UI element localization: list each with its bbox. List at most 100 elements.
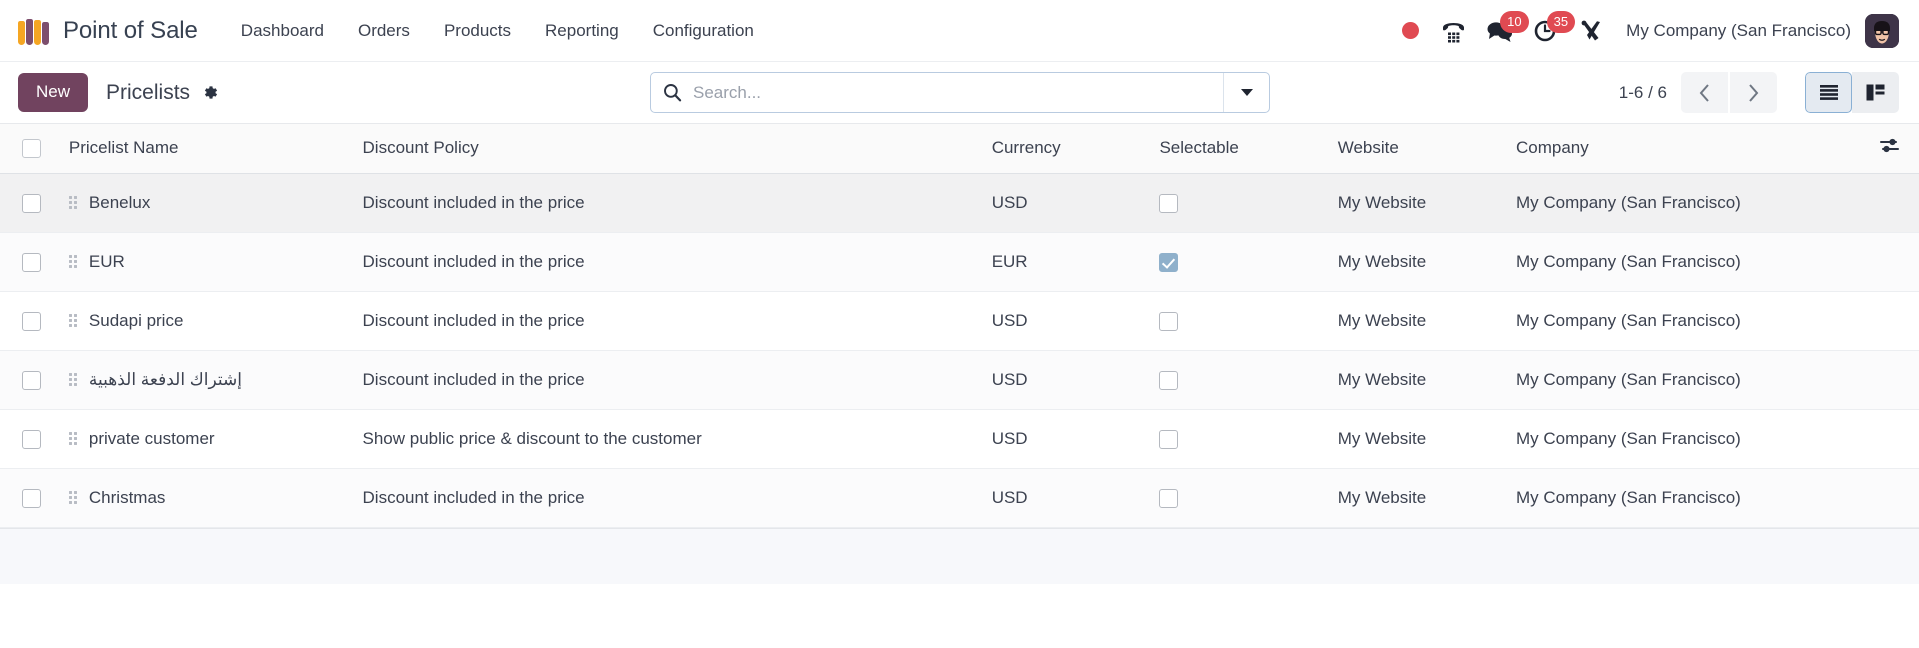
user-avatar[interactable] — [1865, 13, 1899, 48]
cell-currency[interactable]: USD — [985, 291, 1154, 351]
menu-item-orders[interactable]: Orders — [341, 13, 427, 49]
row-checkbox[interactable] — [22, 488, 41, 508]
pager-next-button[interactable] — [1730, 72, 1777, 113]
cell-currency[interactable]: EUR — [985, 232, 1154, 292]
table-row[interactable]: إشتراك الدفعة الذهبية Discount included i… — [0, 350, 1919, 410]
table-row[interactable]: Benelux Discount included in the price USD… — [0, 173, 1919, 233]
menu-item-configuration[interactable]: Configuration — [636, 13, 771, 49]
cell-website[interactable]: My Website — [1331, 173, 1510, 233]
cell-discount-policy[interactable]: Show public price & discount to the cust… — [356, 409, 986, 469]
cell-website[interactable]: My Website — [1331, 409, 1510, 469]
cell-company[interactable]: My Company (San Francisco) — [1510, 350, 1857, 410]
cell-discount-policy[interactable]: Discount included in the price — [356, 232, 986, 292]
search-input[interactable] — [693, 73, 1223, 112]
new-record-button[interactable]: New — [18, 73, 89, 112]
pos-logo-icon — [18, 16, 50, 45]
table-row[interactable]: Christmas Discount included in the price U… — [0, 468, 1919, 528]
selectable-checkbox[interactable] — [1159, 311, 1179, 331]
cell-selectable[interactable] — [1153, 468, 1332, 528]
cell-pricelist-name[interactable]: Benelux — [62, 173, 357, 233]
row-checkbox[interactable] — [22, 311, 41, 331]
company-switcher[interactable]: My Company (San Francisco) — [1614, 21, 1865, 41]
cell-pricelist-name[interactable]: إشتراك الدفعة الذهبية — [62, 350, 357, 410]
cell-company[interactable]: My Company (San Francisco) — [1510, 468, 1857, 528]
cell-selectable[interactable] — [1153, 409, 1332, 469]
cell-selectable[interactable] — [1153, 232, 1332, 292]
messages-button[interactable]: 10 — [1476, 9, 1529, 53]
select-all-checkbox[interactable] — [22, 139, 41, 159]
selectable-checkbox[interactable] — [1159, 429, 1179, 449]
brand-home-link[interactable]: Point of Sale — [18, 16, 198, 45]
row-checkbox[interactable] — [22, 429, 41, 449]
selectable-checkbox[interactable] — [1159, 193, 1179, 213]
row-select-cell[interactable] — [0, 468, 63, 528]
drag-handle-icon[interactable] — [68, 432, 77, 445]
voip-button[interactable] — [1431, 9, 1476, 53]
cell-company[interactable]: My Company (San Francisco) — [1510, 232, 1857, 292]
row-select-cell[interactable] — [0, 173, 63, 233]
cell-discount-policy[interactable]: Discount included in the price — [356, 350, 986, 410]
drag-handle-icon[interactable] — [68, 196, 77, 209]
cell-company[interactable]: My Company (San Francisco) — [1510, 291, 1857, 351]
row-checkbox[interactable] — [22, 370, 41, 390]
header-selectable[interactable]: Selectable — [1153, 124, 1332, 174]
row-checkbox[interactable] — [22, 193, 41, 213]
cell-website[interactable]: My Website — [1331, 291, 1510, 351]
cell-pricelist-name[interactable]: Christmas — [62, 468, 357, 528]
cell-pricelist-name[interactable]: private customer — [62, 409, 357, 469]
drag-handle-icon[interactable] — [68, 373, 77, 386]
header-discount-policy[interactable]: Discount Policy — [356, 124, 986, 174]
table-row[interactable]: Sudapi price Discount included in the pri… — [0, 291, 1919, 351]
cell-website[interactable]: My Website — [1331, 350, 1510, 410]
pager-previous-button[interactable] — [1681, 72, 1728, 113]
header-website[interactable]: Website — [1331, 124, 1510, 174]
cell-website[interactable]: My Website — [1331, 468, 1510, 528]
cell-currency[interactable]: USD — [985, 468, 1154, 528]
header-company[interactable]: Company — [1510, 124, 1857, 174]
recording-indicator-button[interactable] — [1389, 9, 1431, 53]
header-pricelist-name[interactable]: Pricelist Name — [62, 124, 357, 174]
cell-currency[interactable]: USD — [985, 173, 1154, 233]
list-view-button[interactable] — [1805, 72, 1852, 113]
menu-item-dashboard[interactable]: Dashboard — [224, 13, 341, 49]
header-optional-columns[interactable] — [1856, 124, 1919, 174]
pricelist-name-text: إشتراك الدفعة الذهبية — [88, 369, 242, 389]
search-dropdown-toggle[interactable] — [1223, 73, 1269, 112]
developer-tools-button[interactable] — [1569, 9, 1614, 53]
cell-discount-policy[interactable]: Discount included in the price — [356, 291, 986, 351]
cell-company[interactable]: My Company (San Francisco) — [1510, 409, 1857, 469]
selectable-checkbox[interactable] — [1159, 252, 1179, 272]
row-select-cell[interactable] — [0, 291, 63, 351]
drag-handle-icon[interactable] — [68, 491, 77, 504]
cell-company[interactable]: My Company (San Francisco) — [1510, 173, 1857, 233]
cell-discount-policy[interactable]: Discount included in the price — [356, 173, 986, 233]
drag-handle-icon[interactable] — [68, 255, 77, 268]
row-select-cell[interactable] — [0, 350, 63, 410]
cell-pricelist-name[interactable]: EUR — [62, 232, 357, 292]
drag-handle-icon[interactable] — [68, 314, 77, 327]
header-select-all[interactable] — [0, 124, 63, 174]
table-row[interactable]: private customer Show public price & disc… — [0, 409, 1919, 469]
cell-discount-policy[interactable]: Discount included in the price — [356, 468, 986, 528]
sliders-icon[interactable] — [1880, 137, 1899, 154]
cell-website[interactable]: My Website — [1331, 232, 1510, 292]
row-select-cell[interactable] — [0, 232, 63, 292]
row-checkbox[interactable] — [22, 252, 41, 272]
cell-currency[interactable]: USD — [985, 350, 1154, 410]
cell-selectable[interactable] — [1153, 291, 1332, 351]
gear-icon[interactable] — [201, 84, 219, 102]
cell-currency[interactable]: USD — [985, 409, 1154, 469]
header-currency[interactable]: Currency — [985, 124, 1154, 174]
selectable-checkbox[interactable] — [1159, 370, 1179, 390]
cell-selectable[interactable] — [1153, 173, 1332, 233]
cell-pricelist-name[interactable]: Sudapi price — [62, 291, 357, 351]
menu-item-reporting[interactable]: Reporting — [528, 13, 636, 49]
activities-button[interactable]: 35 — [1524, 9, 1576, 53]
cell-selectable[interactable] — [1153, 350, 1332, 410]
pager-value[interactable]: 1-6 / 6 — [1619, 83, 1667, 103]
table-row[interactable]: EUR Discount included in the price EUR My W… — [0, 232, 1919, 292]
selectable-checkbox[interactable] — [1159, 488, 1179, 508]
menu-item-products[interactable]: Products — [427, 13, 528, 49]
row-select-cell[interactable] — [0, 409, 63, 469]
kanban-view-button[interactable] — [1852, 72, 1899, 113]
